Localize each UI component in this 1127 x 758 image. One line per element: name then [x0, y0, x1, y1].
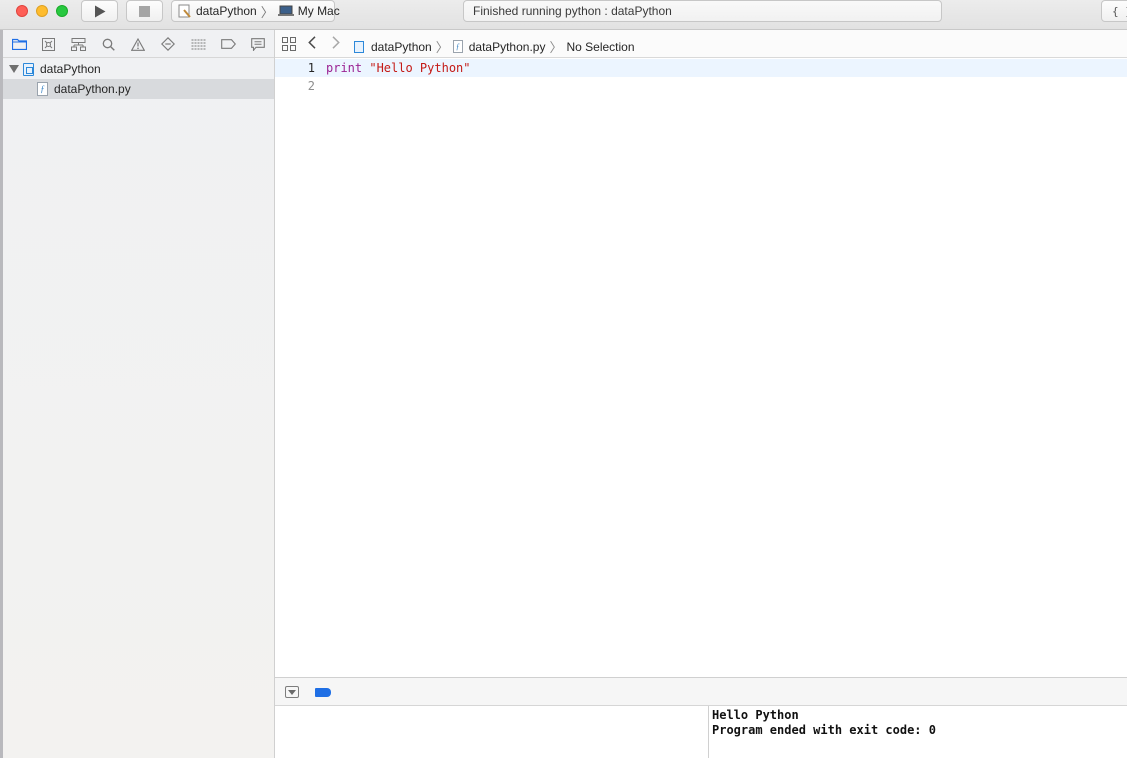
breadcrumb-file[interactable]: dataPython.py — [469, 40, 546, 54]
back-button[interactable] — [308, 36, 316, 52]
test-navigator-tab[interactable] — [160, 37, 176, 51]
issue-navigator-tab[interactable] — [130, 37, 146, 51]
code-text[interactable]: print "Hello Python" — [326, 59, 471, 77]
string-token: "Hello Python" — [369, 61, 471, 75]
scheme-destination[interactable]: My Mac — [277, 4, 340, 18]
line-number: 2 — [307, 79, 315, 93]
debug-bar — [275, 677, 1127, 706]
play-icon — [94, 5, 105, 17]
minimize-window-button[interactable] — [36, 5, 48, 17]
breakpoint-navigator-tab[interactable] — [220, 37, 236, 51]
breadcrumb: dataPython 〉 ƒ dataPython.py 〉 No Select… — [354, 37, 635, 56]
search-icon — [102, 38, 115, 51]
project-tree: dataPython ƒ dataPython.py — [3, 59, 274, 99]
python-scheme-icon — [178, 4, 191, 18]
folder-icon — [11, 38, 27, 50]
zoom-window-button[interactable] — [56, 5, 68, 17]
activity-status-text: Finished running python : dataPython — [473, 4, 672, 18]
console-output[interactable]: Hello Python Program ended with exit cod… — [710, 706, 1127, 758]
disclosure-triangle-icon[interactable] — [9, 65, 19, 73]
breadcrumb-selection[interactable]: No Selection — [566, 40, 634, 54]
stop-icon — [139, 5, 150, 17]
activity-viewer: Finished running python : dataPython — [463, 0, 942, 22]
editor-mode-label: { } — [1112, 4, 1127, 18]
source-file-icon: ƒ — [452, 40, 463, 53]
debug-gauge-icon — [191, 39, 205, 49]
scheme-selector[interactable]: dataPython 〉 My Mac — [171, 0, 340, 22]
stop-button[interactable] — [126, 0, 163, 22]
code-line[interactable]: 1 print "Hello Python" — [275, 59, 1127, 77]
debug-navigator-tab[interactable] — [190, 37, 206, 51]
line-number: 1 — [307, 61, 315, 75]
hide-debug-area-button[interactable] — [285, 686, 299, 698]
source-control-navigator-tab[interactable] — [40, 37, 56, 51]
project-navigator-tab[interactable] — [11, 37, 27, 51]
close-window-button[interactable] — [16, 5, 28, 17]
file-row[interactable]: ƒ dataPython.py — [3, 79, 274, 99]
source-editor[interactable]: 1 print "Hello Python" 2 — [275, 58, 1127, 677]
file-name: dataPython.py — [54, 82, 131, 96]
breakpoint-icon — [220, 39, 236, 49]
project-row[interactable]: dataPython — [3, 59, 274, 79]
scheme-target-label: dataPython — [196, 4, 257, 18]
chevron-left-icon — [308, 36, 316, 49]
standard-editor-button[interactable]: { } — [1101, 0, 1127, 22]
variables-view[interactable] — [275, 706, 709, 758]
code-line[interactable]: 2 — [275, 77, 1127, 95]
xcode-project-icon — [23, 62, 34, 76]
warning-icon — [131, 37, 145, 51]
project-name: dataPython — [40, 62, 101, 76]
report-navigator-tab[interactable] — [250, 37, 266, 51]
chevron-right-icon — [332, 36, 340, 49]
breadcrumb-separator: 〉 — [549, 40, 563, 55]
jump-bar: dataPython 〉 ƒ dataPython.py 〉 No Select… — [275, 30, 1127, 58]
scheme-destination-label: My Mac — [297, 4, 340, 18]
hierarchy-icon — [70, 37, 86, 51]
find-navigator-tab[interactable] — [100, 37, 116, 51]
source-control-icon — [41, 37, 55, 51]
scheme-separator: 〉 — [260, 4, 274, 20]
symbol-navigator-tab[interactable] — [70, 37, 86, 51]
scheme-target[interactable]: dataPython — [178, 4, 257, 18]
window-toolbar: dataPython 〉 My Mac Finished running pyt… — [0, 0, 1127, 30]
breadcrumb-project[interactable]: dataPython — [371, 40, 432, 54]
report-bubble-icon — [251, 37, 265, 51]
source-file-icon: ƒ — [37, 82, 48, 96]
keyword-token: print — [326, 61, 363, 75]
breakpoints-toggle-button[interactable] — [315, 688, 331, 697]
laptop-icon — [277, 5, 294, 16]
grid-icon — [282, 37, 296, 51]
related-items-button[interactable] — [282, 37, 296, 51]
run-button[interactable] — [81, 0, 118, 22]
test-diamond-icon — [161, 37, 175, 51]
xcode-project-icon — [354, 40, 364, 53]
navigator-pane: dataPython ƒ dataPython.py — [0, 30, 275, 758]
forward-button[interactable] — [332, 36, 340, 52]
navigator-selector-bar — [3, 30, 274, 58]
breadcrumb-separator: 〉 — [435, 40, 449, 55]
window-left-edge — [0, 30, 3, 758]
